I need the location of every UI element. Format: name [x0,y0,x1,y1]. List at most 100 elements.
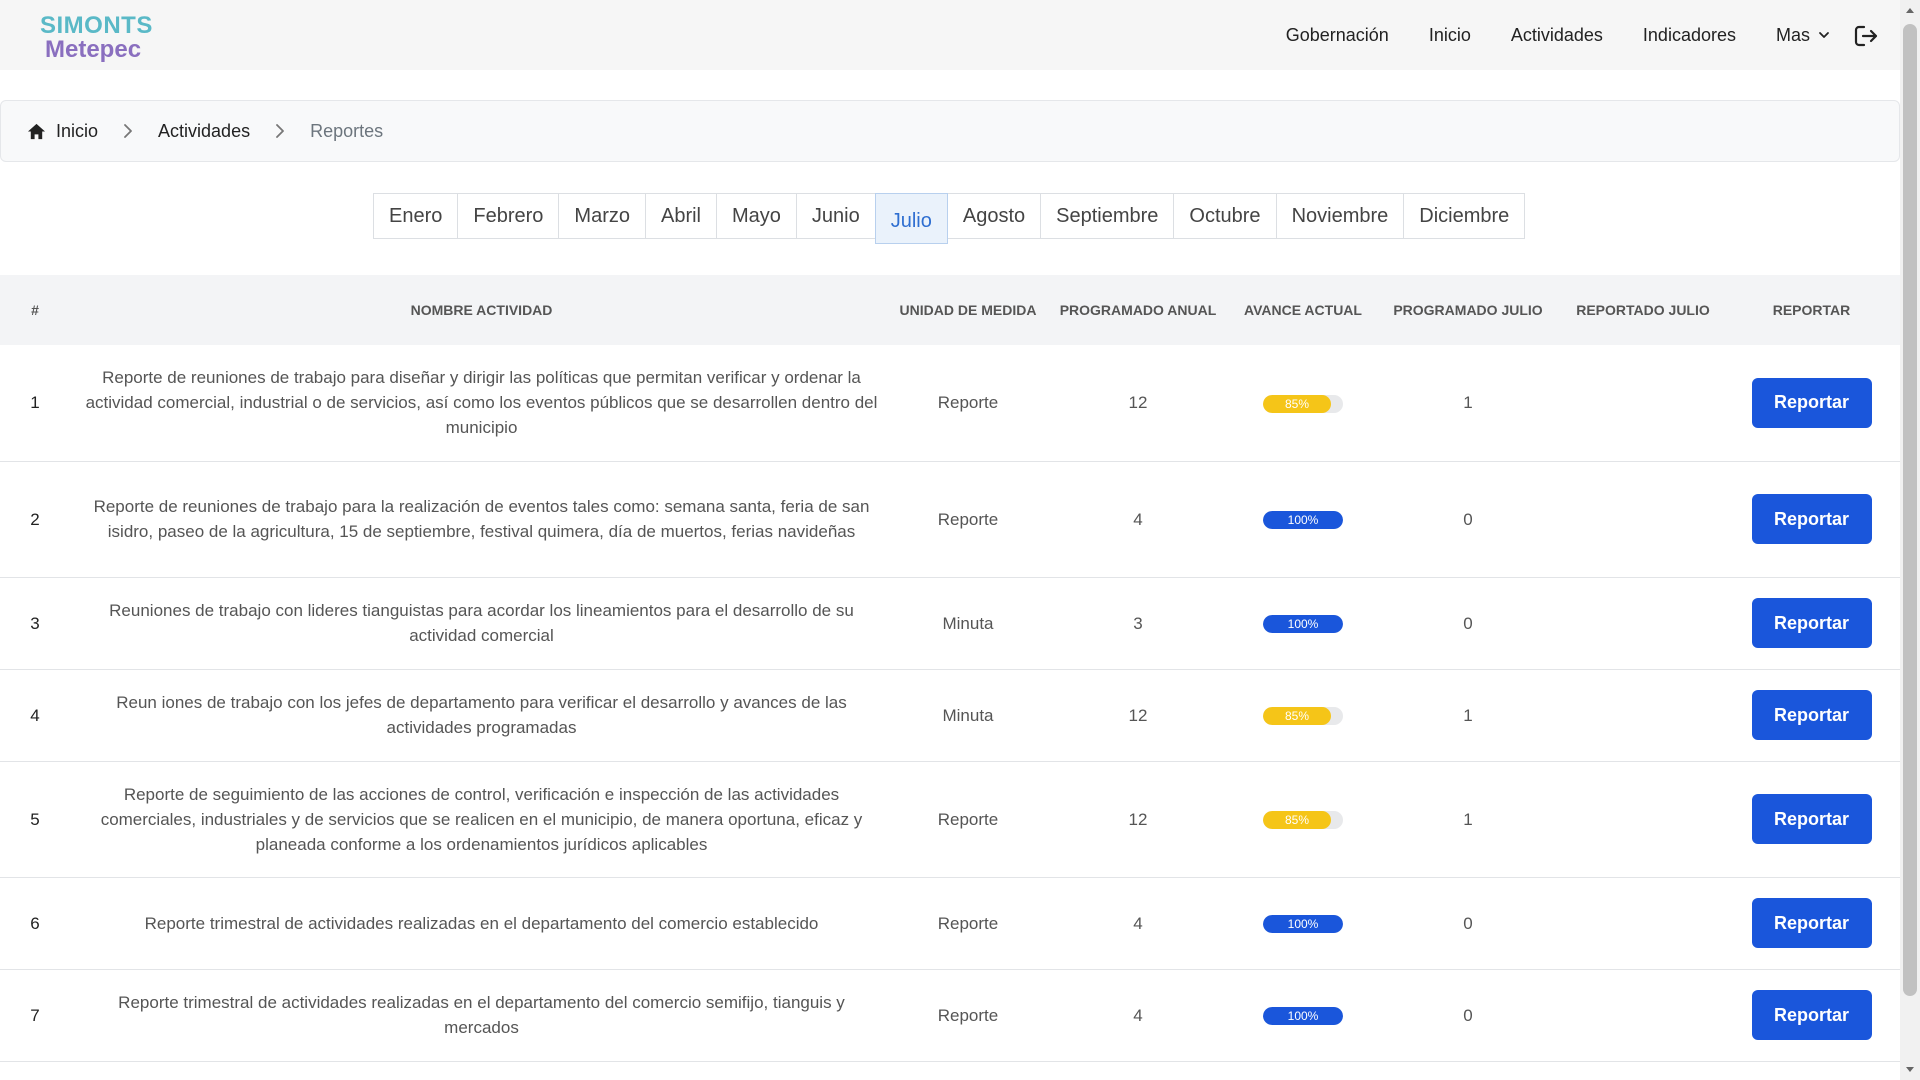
row-action-cell: Reportar [1723,461,1900,578]
row-action-cell: Reportar [1723,345,1900,462]
nav-gobernacion[interactable]: Gobernación [1286,25,1389,46]
tab-month-junio[interactable]: Junio [795,193,876,239]
row-progress-cell: 85% [1233,345,1373,462]
chevron-down-icon [1819,32,1829,38]
row-action-cell: Reportar [1723,877,1900,970]
breadcrumb-inicio-label: Inicio [56,120,99,141]
row-unit: Minuta [893,669,1043,762]
tab-month-diciembre[interactable]: Diciembre [1403,193,1526,239]
nav-inicio[interactable]: Inicio [1429,25,1471,46]
row-num: 1 [0,345,70,462]
row-activity-name: Reporte trimestral de actividades realiz… [70,877,893,970]
row-unit: Reporte [893,877,1043,970]
reportar-button[interactable]: Reportar [1751,494,1872,544]
row-activity-name: Reporte de reuniones de trabajo para la … [70,461,893,578]
table-row: 5 Reporte de seguimiento de las acciones… [0,761,1900,878]
scroll-down-icon[interactable] [1906,1067,1914,1072]
row-programmed: 1 [1373,345,1563,462]
reportar-button[interactable]: Reportar [1751,377,1872,428]
nav-indicadores[interactable]: Indicadores [1643,25,1736,46]
logo[interactable]: SIMONTS Metepec [40,14,153,62]
activities-table-container: # NOMBRE ACTIVIDAD UNIDAD DE MEDIDA PROG… [0,275,1900,1062]
progress-bar: 85% [1263,394,1343,413]
header-unit: UNIDAD DE MEDIDA [899,302,1037,318]
row-progress-cell: 100% [1233,877,1373,970]
reportar-button[interactable]: Reportar [1751,990,1872,1040]
row-num: 6 [0,877,70,970]
row-activity-name: Reuniones de trabajo con lideres tiangui… [70,577,893,670]
nav-more-dropdown[interactable]: Mas [1776,25,1830,46]
reportar-button[interactable]: Reportar [1751,898,1872,948]
activities-table: # NOMBRE ACTIVIDAD UNIDAD DE MEDIDA PROG… [0,275,1900,1062]
row-programmed: 1 [1373,669,1563,762]
row-annual: 4 [1043,461,1233,578]
row-progress-cell: 100% [1233,969,1373,1062]
tab-month-marzo[interactable]: Marzo [558,193,646,239]
table-row: 6 Reporte trimestral de actividades real… [0,877,1900,970]
progress-bar: 85% [1263,707,1343,726]
header-name: NOMBRE ACTIVIDAD [410,302,553,318]
progress-fill: 100% [1263,1007,1343,1026]
row-reported [1563,761,1723,878]
row-unit: Reporte [893,345,1043,462]
reportar-button[interactable]: Reportar [1751,598,1872,648]
row-programmed: 1 [1373,761,1563,878]
nav-actividades[interactable]: Actividades [1511,25,1603,46]
row-num: 2 [0,461,70,578]
scrollbar-thumb[interactable] [1903,24,1917,996]
row-programmed: 0 [1373,969,1563,1062]
row-annual: 12 [1043,345,1233,462]
reportar-button[interactable]: Reportar [1751,794,1872,844]
breadcrumb: Inicio Actividades Reportes [0,100,1900,162]
tab-month-mayo[interactable]: Mayo [716,193,797,239]
row-reported [1563,577,1723,670]
tab-month-septiembre[interactable]: Septiembre [1040,193,1175,239]
logo-line2: Metepec [45,36,142,63]
logout-icon[interactable] [1852,22,1880,50]
header-action: REPORTAR [1772,302,1851,318]
row-progress-cell: 85% [1233,669,1373,762]
progress-bar: 100% [1263,511,1343,530]
page-scrollbar[interactable] [1900,0,1920,1080]
page: SIMONTS Metepec Gobernación Inicio Activ… [0,0,1920,1080]
tab-month-julio[interactable]: Julio [874,193,948,244]
home-icon [27,123,46,139]
progress-fill: 85% [1263,707,1331,726]
breadcrumb-actividades[interactable]: Actividades [158,121,250,142]
row-num: 3 [0,577,70,670]
row-unit: Reporte [893,969,1043,1062]
tab-month-octubre[interactable]: Octubre [1173,193,1277,239]
table-header-row: # NOMBRE ACTIVIDAD UNIDAD DE MEDIDA PROG… [0,275,1900,345]
reportar-button[interactable]: Reportar [1751,690,1872,740]
tab-month-abril[interactable]: Abril [644,193,717,239]
breadcrumb-inicio[interactable]: Inicio [27,121,98,142]
progress-bar: 85% [1263,811,1343,830]
tab-month-febrero[interactable]: Febrero [457,193,560,239]
chevron-right-icon [124,124,132,138]
table-row: 7 Reporte trimestral de actividades real… [0,969,1900,1062]
row-programmed: 0 [1373,877,1563,970]
row-action-cell: Reportar [1723,669,1900,762]
row-activity-name: Reporte de seguimiento de las acciones d… [70,761,893,878]
row-progress-cell: 85% [1233,761,1373,878]
month-tabs: Enero Febrero Marzo Abril Mayo Junio Jul… [373,193,1526,244]
row-reported [1563,877,1723,970]
row-annual: 3 [1043,577,1233,670]
top-navbar: SIMONTS Metepec Gobernación Inicio Activ… [0,0,1900,70]
row-activity-name: Reporte de reuniones de trabajo para dis… [70,345,893,462]
progress-bar: 100% [1263,915,1343,934]
logo-line1: SIMONTS [40,12,153,39]
tab-month-noviembre[interactable]: Noviembre [1275,193,1405,239]
tab-month-agosto[interactable]: Agosto [946,193,1042,239]
table-row: 3 Reuniones de trabajo con lideres tiang… [0,577,1900,670]
header-programmed-month: PROGRAMADO JULIO [1393,302,1543,318]
progress-fill: 100% [1263,511,1343,530]
row-unit: Reporte [893,461,1043,578]
row-progress-cell: 100% [1233,577,1373,670]
tab-month-enero[interactable]: Enero [373,193,459,239]
row-annual: 12 [1043,761,1233,878]
row-action-cell: Reportar [1723,761,1900,878]
header-progress: AVANCE ACTUAL [1244,302,1362,318]
row-action-cell: Reportar [1723,969,1900,1062]
scroll-up-icon[interactable] [1906,8,1914,13]
